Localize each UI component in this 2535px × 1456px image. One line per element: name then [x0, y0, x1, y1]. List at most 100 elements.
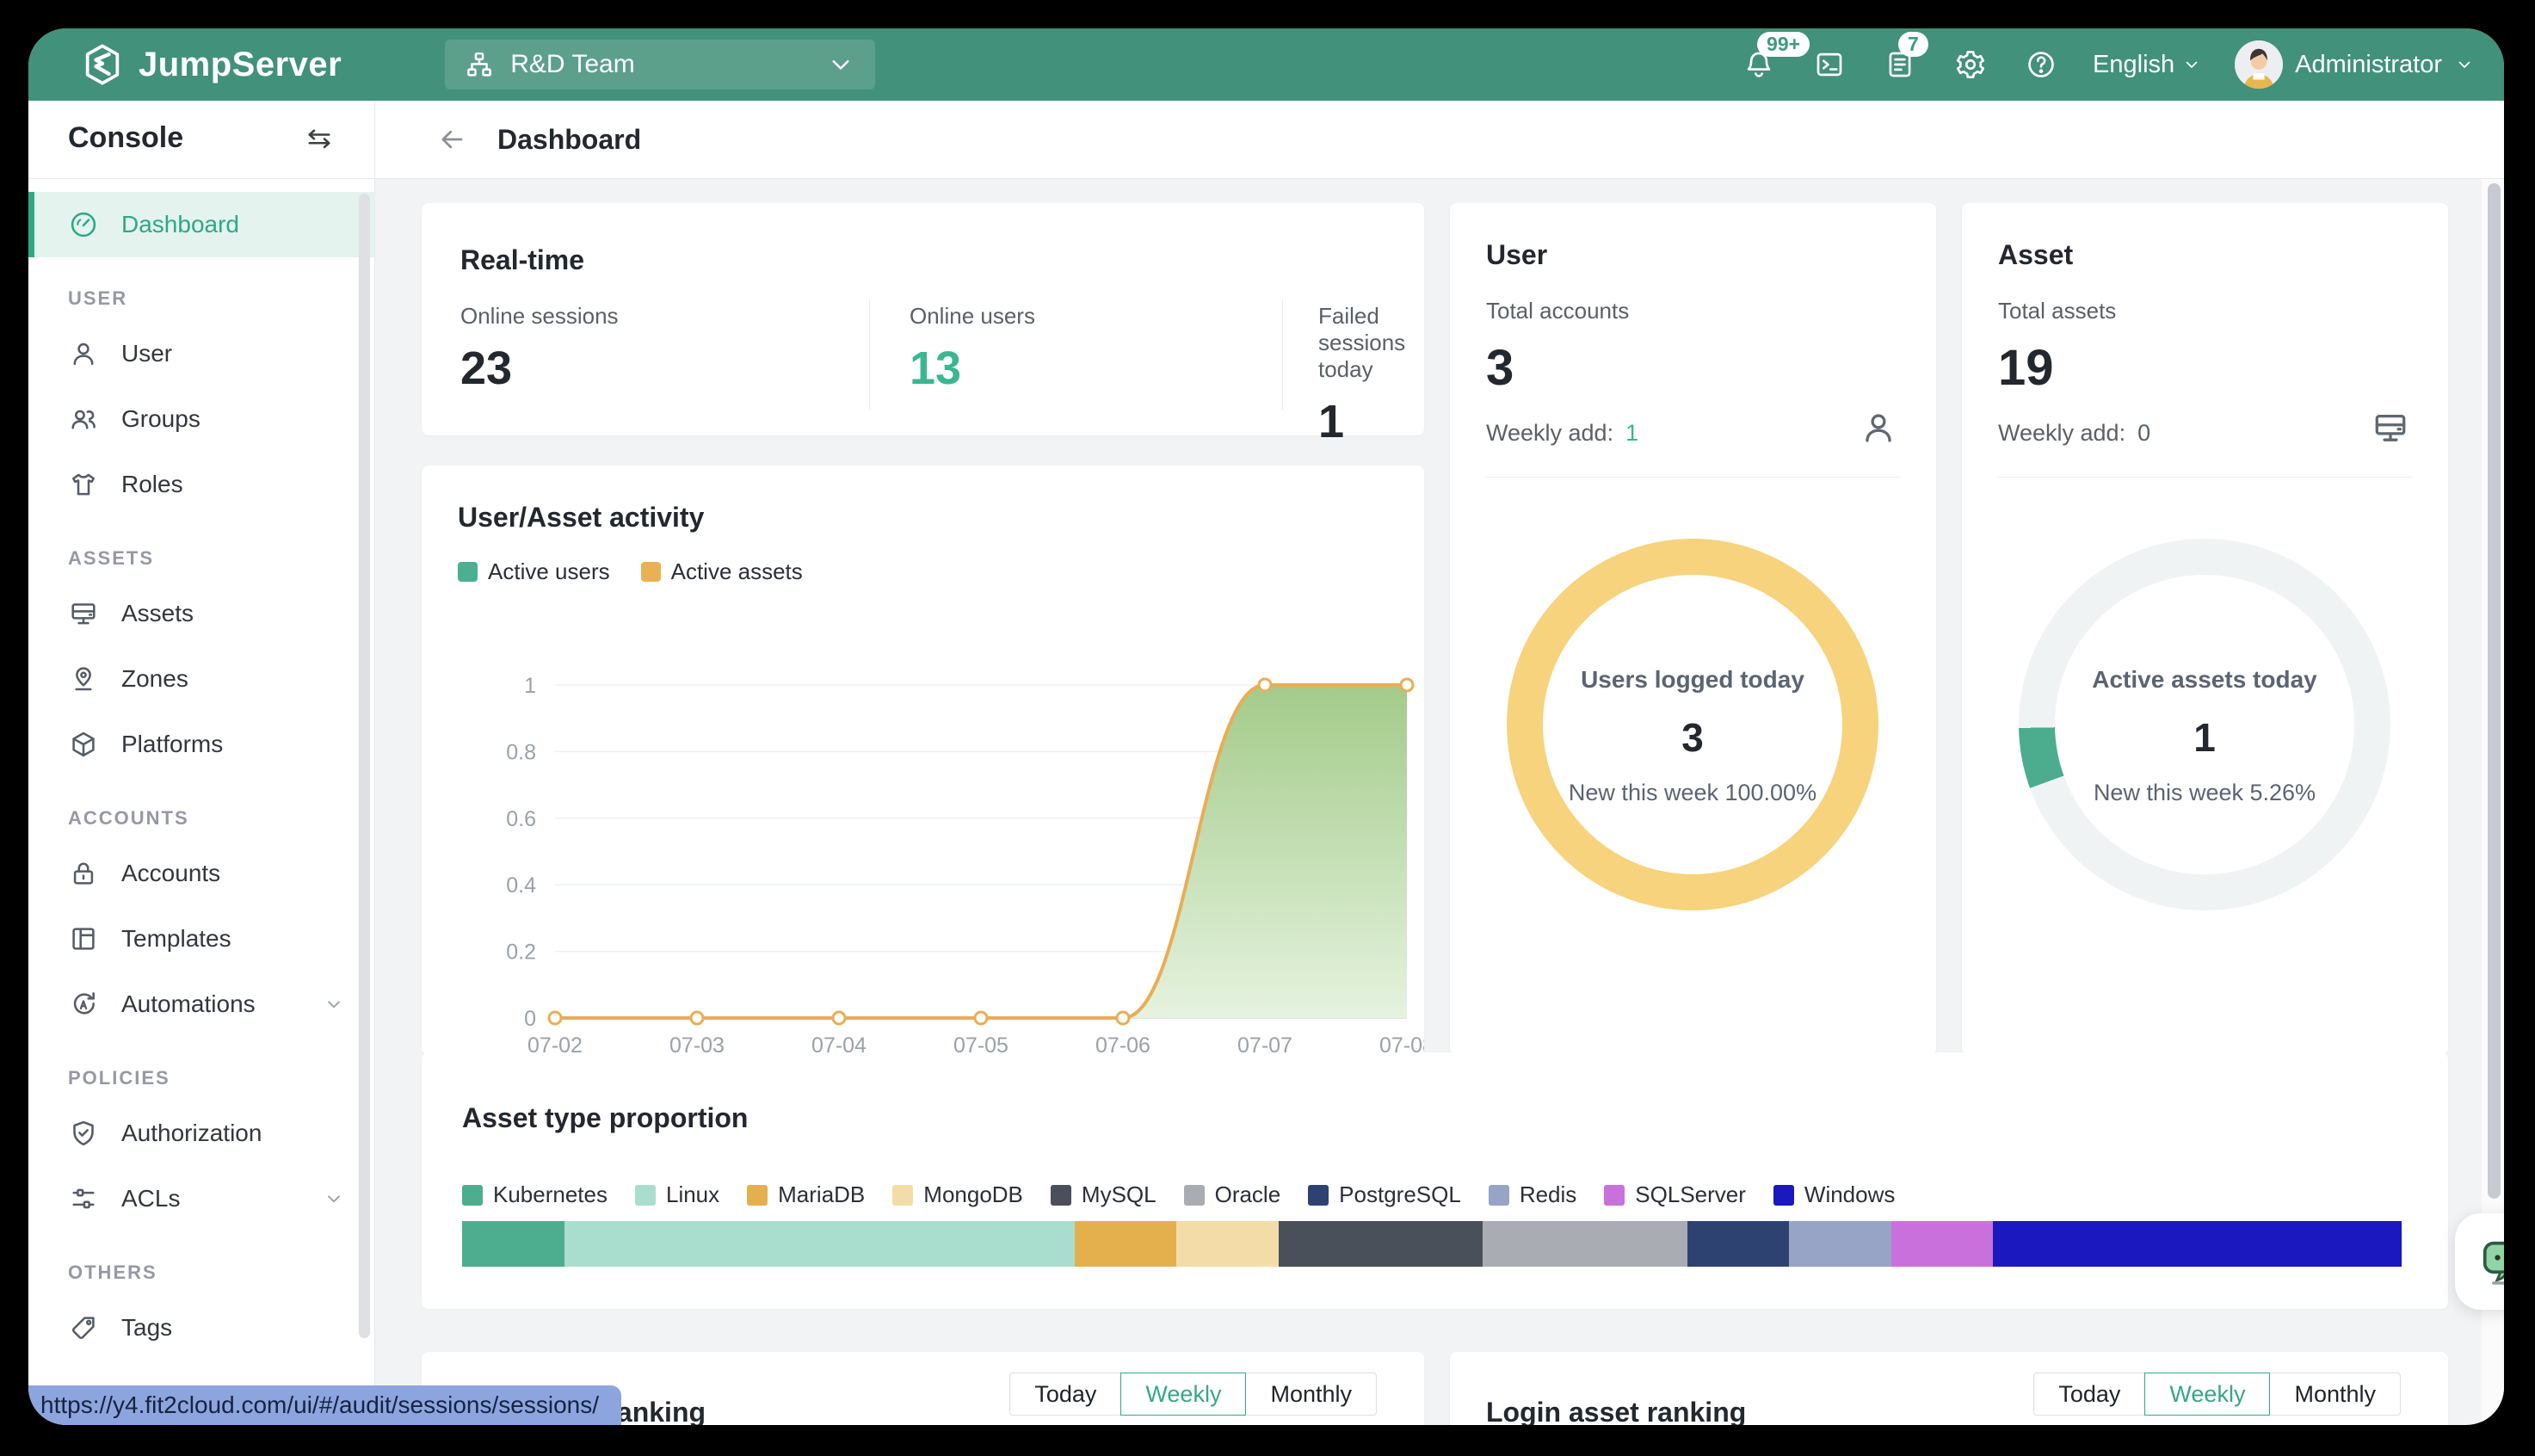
svg-text:0: 0: [524, 1007, 536, 1031]
legend-label: MongoDB: [923, 1181, 1023, 1208]
bar-segment-kubernetes[interactable]: [462, 1221, 564, 1267]
tab-monthly[interactable]: Monthly: [2269, 1373, 2401, 1416]
svg-text:0.2: 0.2: [506, 941, 536, 965]
legend-item-sqlserver[interactable]: SQLServer: [1604, 1181, 1746, 1208]
sidebar-item-label: ACLs: [121, 1185, 180, 1212]
language-label: English: [2093, 51, 2174, 79]
bar-segment-mysql[interactable]: [1279, 1221, 1483, 1267]
legend-item-oracle[interactable]: Oracle: [1184, 1181, 1281, 1208]
user-icon: [68, 338, 99, 369]
sidebar-collapse-button[interactable]: [304, 123, 335, 154]
tab-weekly[interactable]: Weekly: [2144, 1373, 2270, 1416]
bar-segment-redis[interactable]: [1789, 1221, 1891, 1267]
bar-segment-mariadb[interactable]: [1075, 1221, 1177, 1267]
chevron-down-icon: [825, 49, 856, 80]
notifications-button[interactable]: 99+: [1740, 46, 1778, 83]
sidebar-item-authorization[interactable]: Authorization: [28, 1101, 374, 1166]
proportion-legend: Kubernetes Linux MariaDB MongoDB MySQL Oracle…: [462, 1181, 1895, 1208]
legend-item-linux[interactable]: Linux: [635, 1181, 719, 1208]
legend-label: Kubernetes: [493, 1181, 608, 1208]
legend-item-mariadb[interactable]: MariaDB: [747, 1181, 865, 1208]
sidebar-item-platforms[interactable]: Platforms: [28, 712, 374, 777]
org-switcher[interactable]: R&D Team: [445, 40, 875, 89]
legend-item-mysql[interactable]: MySQL: [1051, 1181, 1156, 1208]
bar-segment-windows[interactable]: [1993, 1221, 2402, 1267]
settings-button[interactable]: [1952, 46, 1989, 83]
sidebar-item-accounts[interactable]: Accounts: [28, 841, 374, 906]
legend-label: Windows: [1804, 1181, 1895, 1208]
sidebar-item-tags[interactable]: Tags: [28, 1295, 374, 1360]
bar-segment-oracle[interactable]: [1483, 1221, 1687, 1267]
account-menu[interactable]: Administrator: [2235, 40, 2475, 89]
sidebar-item-assets[interactable]: Assets: [28, 581, 374, 646]
svg-text:0.6: 0.6: [506, 807, 536, 831]
legend-item-kubernetes[interactable]: Kubernetes: [462, 1181, 608, 1208]
sidebar-item-label: Templates: [121, 925, 231, 953]
asset-card: Asset Total assets 19 Weekly add: 0 Acti…: [1962, 203, 2448, 1055]
accounts-icon: [68, 858, 99, 889]
sidebar-item-groups[interactable]: Groups: [28, 386, 374, 452]
legend-item-windows[interactable]: Windows: [1773, 1181, 1895, 1208]
sidebar-item-templates[interactable]: Templates: [28, 906, 374, 972]
legend-swatch: [1773, 1185, 1794, 1206]
browser-window: JumpServer R&D Team 99+ 7: [28, 28, 2504, 1425]
realtime-title: Real-time: [460, 244, 584, 276]
chat-widget-button[interactable]: [2455, 1213, 2504, 1310]
tab-today[interactable]: Today: [2033, 1373, 2145, 1416]
svg-text:1: 1: [524, 674, 536, 698]
bar-segment-sqlserver[interactable]: [1891, 1221, 1994, 1267]
zones-icon: [68, 663, 99, 694]
sidebar-item-user[interactable]: User: [28, 321, 374, 386]
svg-text:0.4: 0.4: [506, 873, 536, 898]
tasks-button[interactable]: 7: [1881, 46, 1919, 83]
weekly-add: Weekly add: 0: [1998, 420, 2150, 447]
sidebar-item-label: Automations: [121, 990, 256, 1018]
sidebar-item-roles[interactable]: Roles: [28, 452, 374, 517]
legend-item-postgresql[interactable]: PostgreSQL: [1308, 1181, 1461, 1208]
sidebar-item-dashboard[interactable]: Dashboard: [28, 192, 374, 257]
login-asset-ranking-card: Login asset ranking TodayWeeklyMonthly: [1450, 1352, 2448, 1425]
sidebar-item-label: Platforms: [121, 731, 223, 758]
legend-label: MySQL: [1082, 1181, 1156, 1208]
platforms-icon: [68, 729, 99, 760]
sidebar-section-user: USER: [28, 287, 374, 311]
bar-segment-postgresql[interactable]: [1687, 1221, 1790, 1267]
stat-failed-sessions: Failed sessions today 1: [1318, 303, 1424, 448]
sidebar-item-zones[interactable]: Zones: [28, 646, 374, 712]
tab-weekly[interactable]: Weekly: [1120, 1373, 1246, 1416]
web-terminal-button[interactable]: [1810, 46, 1848, 83]
dashboard-icon: [68, 209, 99, 240]
main-scrollbar[interactable]: [2488, 183, 2501, 1199]
groups-icon: [68, 404, 99, 435]
period-tabs: TodayWeeklyMonthly: [2033, 1373, 2401, 1416]
chat-bubble-icon: [2477, 1236, 2504, 1287]
weekly-add: Weekly add: 1: [1486, 420, 1638, 447]
assets-icon: [68, 598, 99, 629]
tab-monthly[interactable]: Monthly: [1245, 1373, 1377, 1416]
legend-swatch: [1604, 1185, 1625, 1206]
back-arrow-icon[interactable]: [435, 123, 468, 156]
sidebar-section-assets: ASSETS: [28, 546, 374, 571]
sidebar-scrollbar[interactable]: [359, 194, 370, 1338]
legend-item-redis[interactable]: Redis: [1489, 1181, 1576, 1208]
sidebar-item-label: User: [121, 340, 172, 367]
total-accounts-label: Total accounts: [1486, 298, 1629, 324]
active-assets-donut-chart: Active assets today 1 New this week 5.26…: [2019, 539, 2390, 910]
tab-today[interactable]: Today: [1009, 1373, 1121, 1416]
bar-segment-mongodb[interactable]: [1176, 1221, 1279, 1267]
terminal-icon: [1813, 48, 1846, 81]
language-selector[interactable]: English: [2093, 51, 2202, 79]
tags-icon: [68, 1312, 99, 1343]
proportion-stacked-bar: [462, 1221, 2402, 1267]
status-url-tooltip: https://y4.fit2cloud.com/ui/#/audit/sess…: [28, 1385, 621, 1425]
brand[interactable]: JumpServer: [80, 42, 342, 87]
sidebar-item-automations[interactable]: Automations: [28, 972, 374, 1037]
sidebar-item-acls[interactable]: ACLs: [28, 1166, 374, 1231]
sidebar-item-label: Dashboard: [121, 211, 239, 238]
top-bar: JumpServer R&D Team 99+ 7: [28, 28, 2504, 101]
legend-swatch: [1184, 1185, 1205, 1206]
help-button[interactable]: [2022, 46, 2060, 83]
bar-segment-linux[interactable]: [564, 1221, 1075, 1267]
legend-item-mongodb[interactable]: MongoDB: [892, 1181, 1023, 1208]
sidebar-item-label: Authorization: [121, 1120, 262, 1147]
